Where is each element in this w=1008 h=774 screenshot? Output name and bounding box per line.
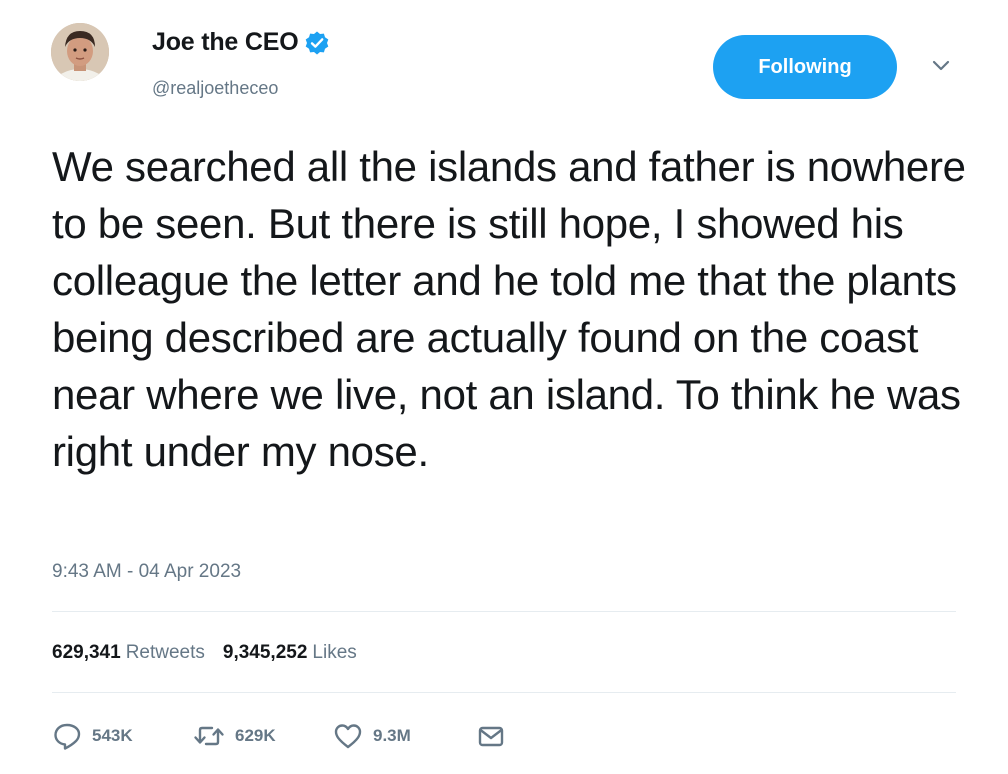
user-name-row: Joe the CEO	[152, 28, 330, 57]
reply-button[interactable]: 543K	[52, 718, 133, 754]
retweets-count[interactable]: 629,341	[52, 642, 121, 664]
reply-icon	[52, 722, 82, 750]
retweet-count: 629K	[235, 726, 276, 745]
reply-count: 543K	[92, 726, 133, 745]
engagement-stats: 629,341 Retweets 9,345,252 Likes	[52, 642, 357, 664]
display-name[interactable]: Joe the CEO	[152, 28, 299, 57]
envelope-icon	[477, 723, 505, 749]
heart-icon	[333, 722, 363, 750]
divider	[52, 611, 956, 612]
likes-label[interactable]: Likes	[312, 642, 356, 664]
tweet-text: We searched all the islands and father i…	[52, 143, 966, 475]
chevron-down-icon[interactable]	[930, 58, 952, 74]
like-count: 9.3M	[373, 726, 411, 745]
likes-count[interactable]: 9,345,252	[223, 642, 308, 664]
retweet-button[interactable]: 629K	[193, 718, 276, 754]
following-button[interactable]: Following	[713, 35, 897, 99]
tweet-card: Joe the CEO @realjoetheceo Following We …	[0, 0, 1008, 774]
avatar[interactable]	[51, 23, 109, 81]
retweet-icon	[193, 722, 225, 750]
user-handle[interactable]: @realjoetheceo	[152, 78, 278, 99]
divider	[52, 692, 956, 693]
verified-badge-icon	[304, 30, 330, 56]
like-button[interactable]: 9.3M	[333, 718, 411, 754]
retweets-label[interactable]: Retweets	[126, 642, 205, 664]
direct-message-button[interactable]	[477, 718, 505, 754]
tweet-timestamp[interactable]: 9:43 AM - 04 Apr 2023	[52, 561, 241, 583]
